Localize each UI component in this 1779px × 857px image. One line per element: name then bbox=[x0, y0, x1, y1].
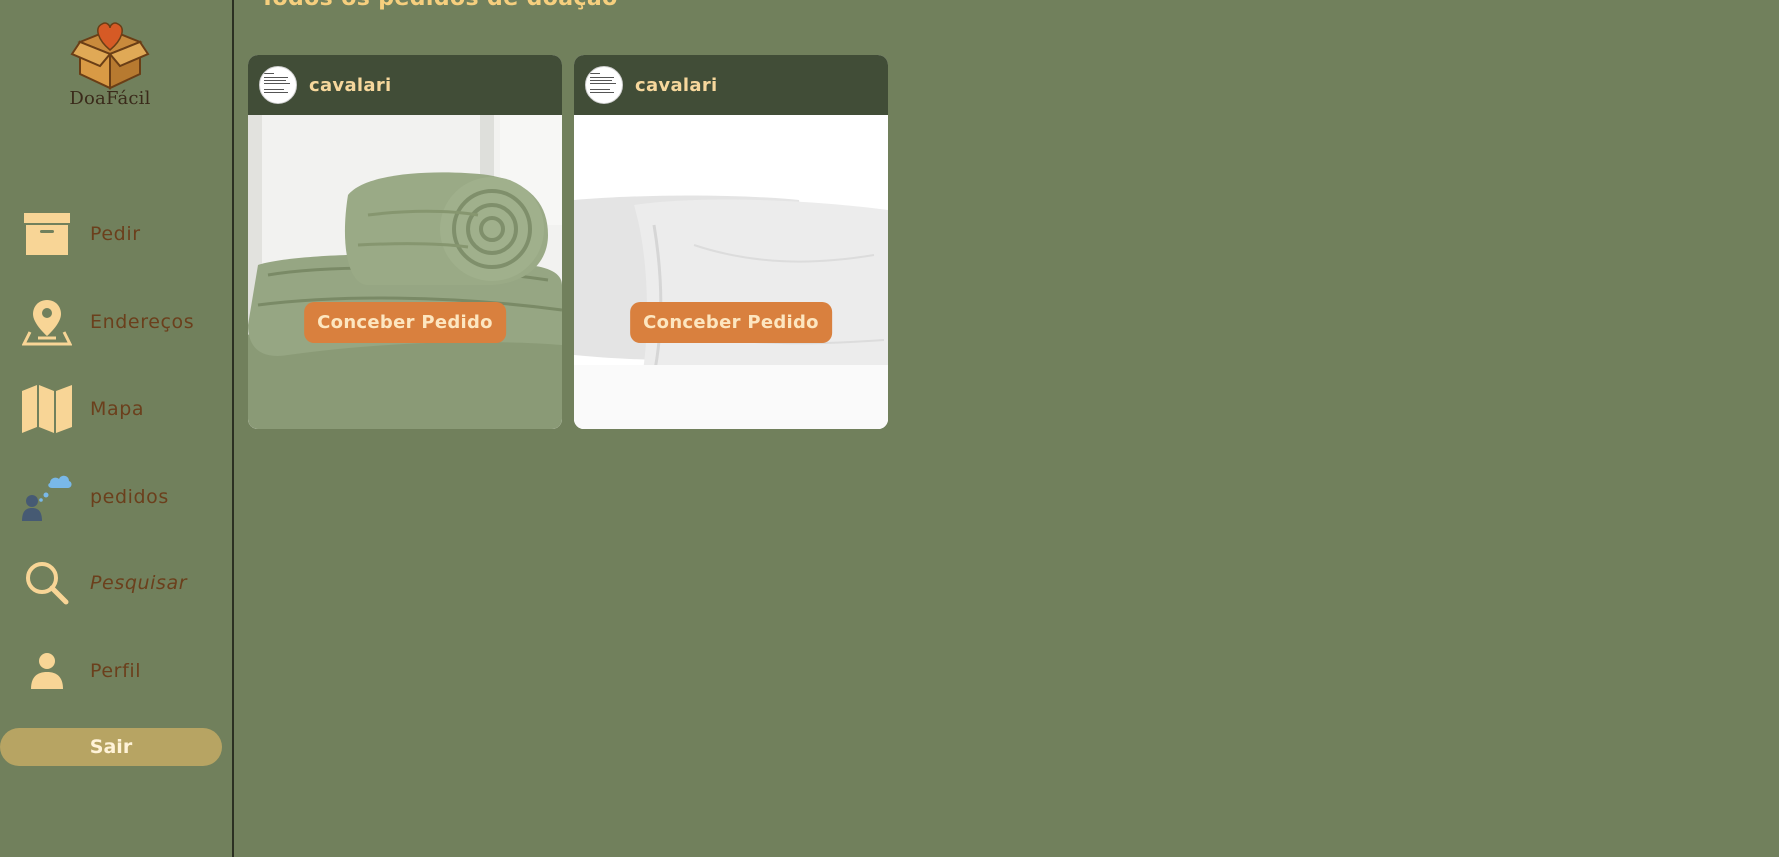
username[interactable]: cavalari bbox=[635, 75, 717, 96]
user-icon bbox=[22, 646, 72, 696]
sidebar-item-pesquisar[interactable]: Pesquisar bbox=[0, 553, 234, 613]
logout-button[interactable]: Sair bbox=[0, 728, 222, 766]
sidebar-item-label: Pedir bbox=[90, 223, 141, 245]
donation-request-card: cavalari Conceber Pedido bbox=[574, 55, 888, 429]
avatar[interactable] bbox=[259, 66, 297, 104]
sidebar-item-mapa[interactable]: Mapa bbox=[0, 379, 234, 439]
app-name: DoaFácil bbox=[69, 88, 151, 109]
blanket-image: Conceber Pedido bbox=[248, 115, 562, 429]
folded-map-icon bbox=[22, 384, 72, 434]
conceber-pedido-button[interactable]: Conceber Pedido bbox=[304, 302, 506, 343]
sidebar-item-label: pedidos bbox=[90, 486, 169, 508]
sidebar-item-label: Mapa bbox=[90, 398, 145, 420]
sidebar-item-pedidos[interactable]: pedidos bbox=[0, 467, 234, 527]
conceber-pedido-button[interactable]: Conceber Pedido bbox=[630, 302, 832, 343]
sidebar-item-perfil[interactable]: Perfil bbox=[0, 641, 234, 701]
page-title: Todos os pedidos de doação bbox=[260, 0, 618, 11]
avatar[interactable] bbox=[585, 66, 623, 104]
sidebar: DoaFácil Pedir Endereços Mapa pedidos Pe… bbox=[0, 0, 234, 857]
username[interactable]: cavalari bbox=[309, 75, 391, 96]
map-pin-icon bbox=[22, 297, 72, 347]
search-icon bbox=[22, 558, 72, 608]
donation-request-card: cavalari Conceber Pedido bbox=[248, 55, 562, 429]
sidebar-item-pedir[interactable]: Pedir bbox=[0, 204, 234, 264]
pillows-image: Conceber Pedido bbox=[574, 115, 888, 429]
sidebar-item-enderecos[interactable]: Endereços bbox=[0, 292, 234, 352]
archive-box-icon bbox=[22, 209, 72, 259]
sidebar-item-label: Pesquisar bbox=[90, 572, 188, 594]
sidebar-item-label: Endereços bbox=[90, 311, 195, 333]
card-header: cavalari bbox=[248, 55, 562, 115]
app-logo[interactable]: DoaFácil bbox=[60, 20, 160, 112]
donation-box-logo-icon bbox=[70, 22, 150, 90]
person-thinking-icon bbox=[22, 472, 72, 522]
sidebar-item-label: Perfil bbox=[90, 660, 142, 682]
card-header: cavalari bbox=[574, 55, 888, 115]
